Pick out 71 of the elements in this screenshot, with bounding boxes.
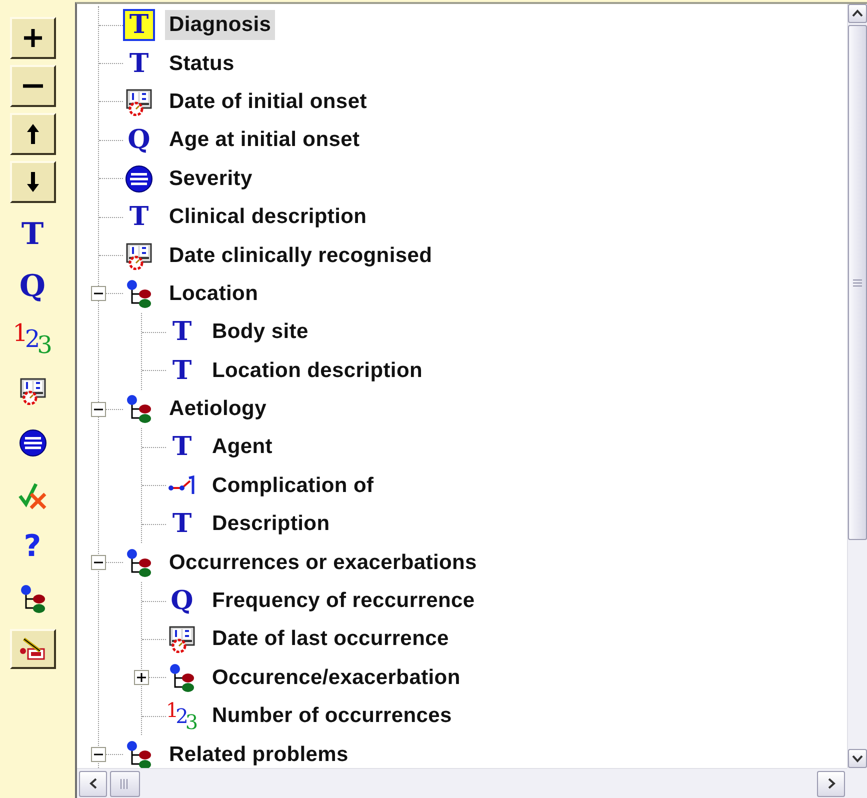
letter-t-icon: T — [129, 204, 149, 230]
chevron-icon — [88, 778, 98, 789]
tree-item[interactable]: Date clinically recognised — [165, 240, 436, 271]
hierarchy-icon — [168, 662, 196, 693]
pencil-card-icon — [18, 635, 48, 663]
tree-item[interactable]: Location — [165, 278, 262, 309]
letter-q-icon: Q — [128, 127, 150, 154]
tree-item[interactable]: Body site — [208, 317, 312, 348]
collapse-toggle[interactable] — [91, 555, 106, 570]
chevron-icon — [852, 753, 863, 764]
horizontal-scrollbar[interactable] — [77, 768, 847, 798]
tree-item[interactable]: Age at initial onset — [165, 125, 364, 156]
letter-t-icon: T — [172, 511, 192, 538]
letter-t-icon: T — [129, 12, 149, 38]
scroll-up-button[interactable] — [848, 4, 867, 23]
collapse-toggle[interactable] — [91, 286, 106, 302]
letter-t-icon: T — [172, 319, 192, 346]
tree-item[interactable]: Location description — [208, 356, 427, 386]
remove-button[interactable] — [10, 65, 56, 107]
calendar-clock-icon — [168, 625, 196, 654]
tree-item[interactable]: Date of last occurrence — [208, 624, 453, 654]
tree-item[interactable]: Severity — [165, 164, 256, 194]
tree-item[interactable]: Description — [208, 509, 334, 540]
hierarchy-icon — [125, 278, 153, 309]
calendar-clock-icon — [125, 242, 153, 270]
chevron-icon — [826, 778, 836, 789]
tree-item[interactable]: Occurrences or exacerbations — [165, 548, 481, 578]
tree-item[interactable]: Agent — [208, 432, 276, 462]
calendar-clock-icon — [125, 88, 153, 116]
tree-item[interactable]: Occurence/exacerbation — [208, 662, 464, 693]
horizontal-scroll-thumb[interactable] — [110, 770, 140, 796]
move-up-button[interactable] — [10, 113, 56, 155]
tree-item[interactable]: Number of occurrences — [208, 701, 456, 732]
edit-button[interactable] — [10, 629, 56, 669]
letter-t-icon: T — [172, 358, 192, 384]
scroll-right-button[interactable] — [817, 770, 845, 796]
hierarchy-icon — [125, 740, 153, 768]
collapse-toggle[interactable] — [91, 747, 106, 762]
tree-item[interactable]: Related problems — [165, 740, 352, 768]
vertical-scroll-thumb[interactable] — [848, 25, 867, 540]
hierarchy-icon — [125, 548, 153, 578]
hierarchy-icon — [18, 584, 46, 614]
tree-item[interactable]: Complication of — [208, 470, 378, 501]
tree-item[interactable]: Aetiology — [165, 394, 270, 424]
add-button[interactable] — [10, 17, 56, 59]
calendar-clock-icon — [18, 377, 46, 405]
letter-t-icon: T — [172, 434, 192, 460]
tree-item[interactable]: Date of initial onset — [165, 86, 371, 117]
letter-t-icon: T — [129, 50, 149, 77]
list-circle-icon — [125, 164, 153, 193]
chevron-icon — [852, 8, 863, 19]
tree-item[interactable]: Status — [165, 48, 238, 79]
list-circle-icon — [18, 429, 46, 457]
expand-toggle[interactable] — [134, 670, 149, 686]
plus-icon — [22, 27, 44, 49]
move-down-button[interactable] — [10, 161, 56, 203]
plus-icon — [137, 673, 146, 682]
letter-q-icon: Q — [19, 272, 46, 302]
letter-q-icon: Q — [170, 588, 194, 614]
tree-item[interactable]: Clinical description — [165, 202, 371, 232]
scrollbar-corner — [847, 768, 867, 798]
vertical-scrollbar[interactable] — [847, 4, 867, 768]
minus-icon — [22, 84, 44, 88]
question-mark-icon: ? — [24, 532, 42, 562]
collapse-toggle[interactable] — [91, 402, 106, 417]
scroll-down-button[interactable] — [848, 749, 867, 768]
scroll-left-button[interactable] — [79, 770, 107, 796]
tree-item[interactable]: Diagnosis — [165, 10, 276, 40]
tree-item[interactable]: Frequency of reccurrence — [208, 586, 479, 616]
hierarchy-icon — [125, 394, 153, 424]
letter-t-icon: T — [21, 220, 44, 250]
